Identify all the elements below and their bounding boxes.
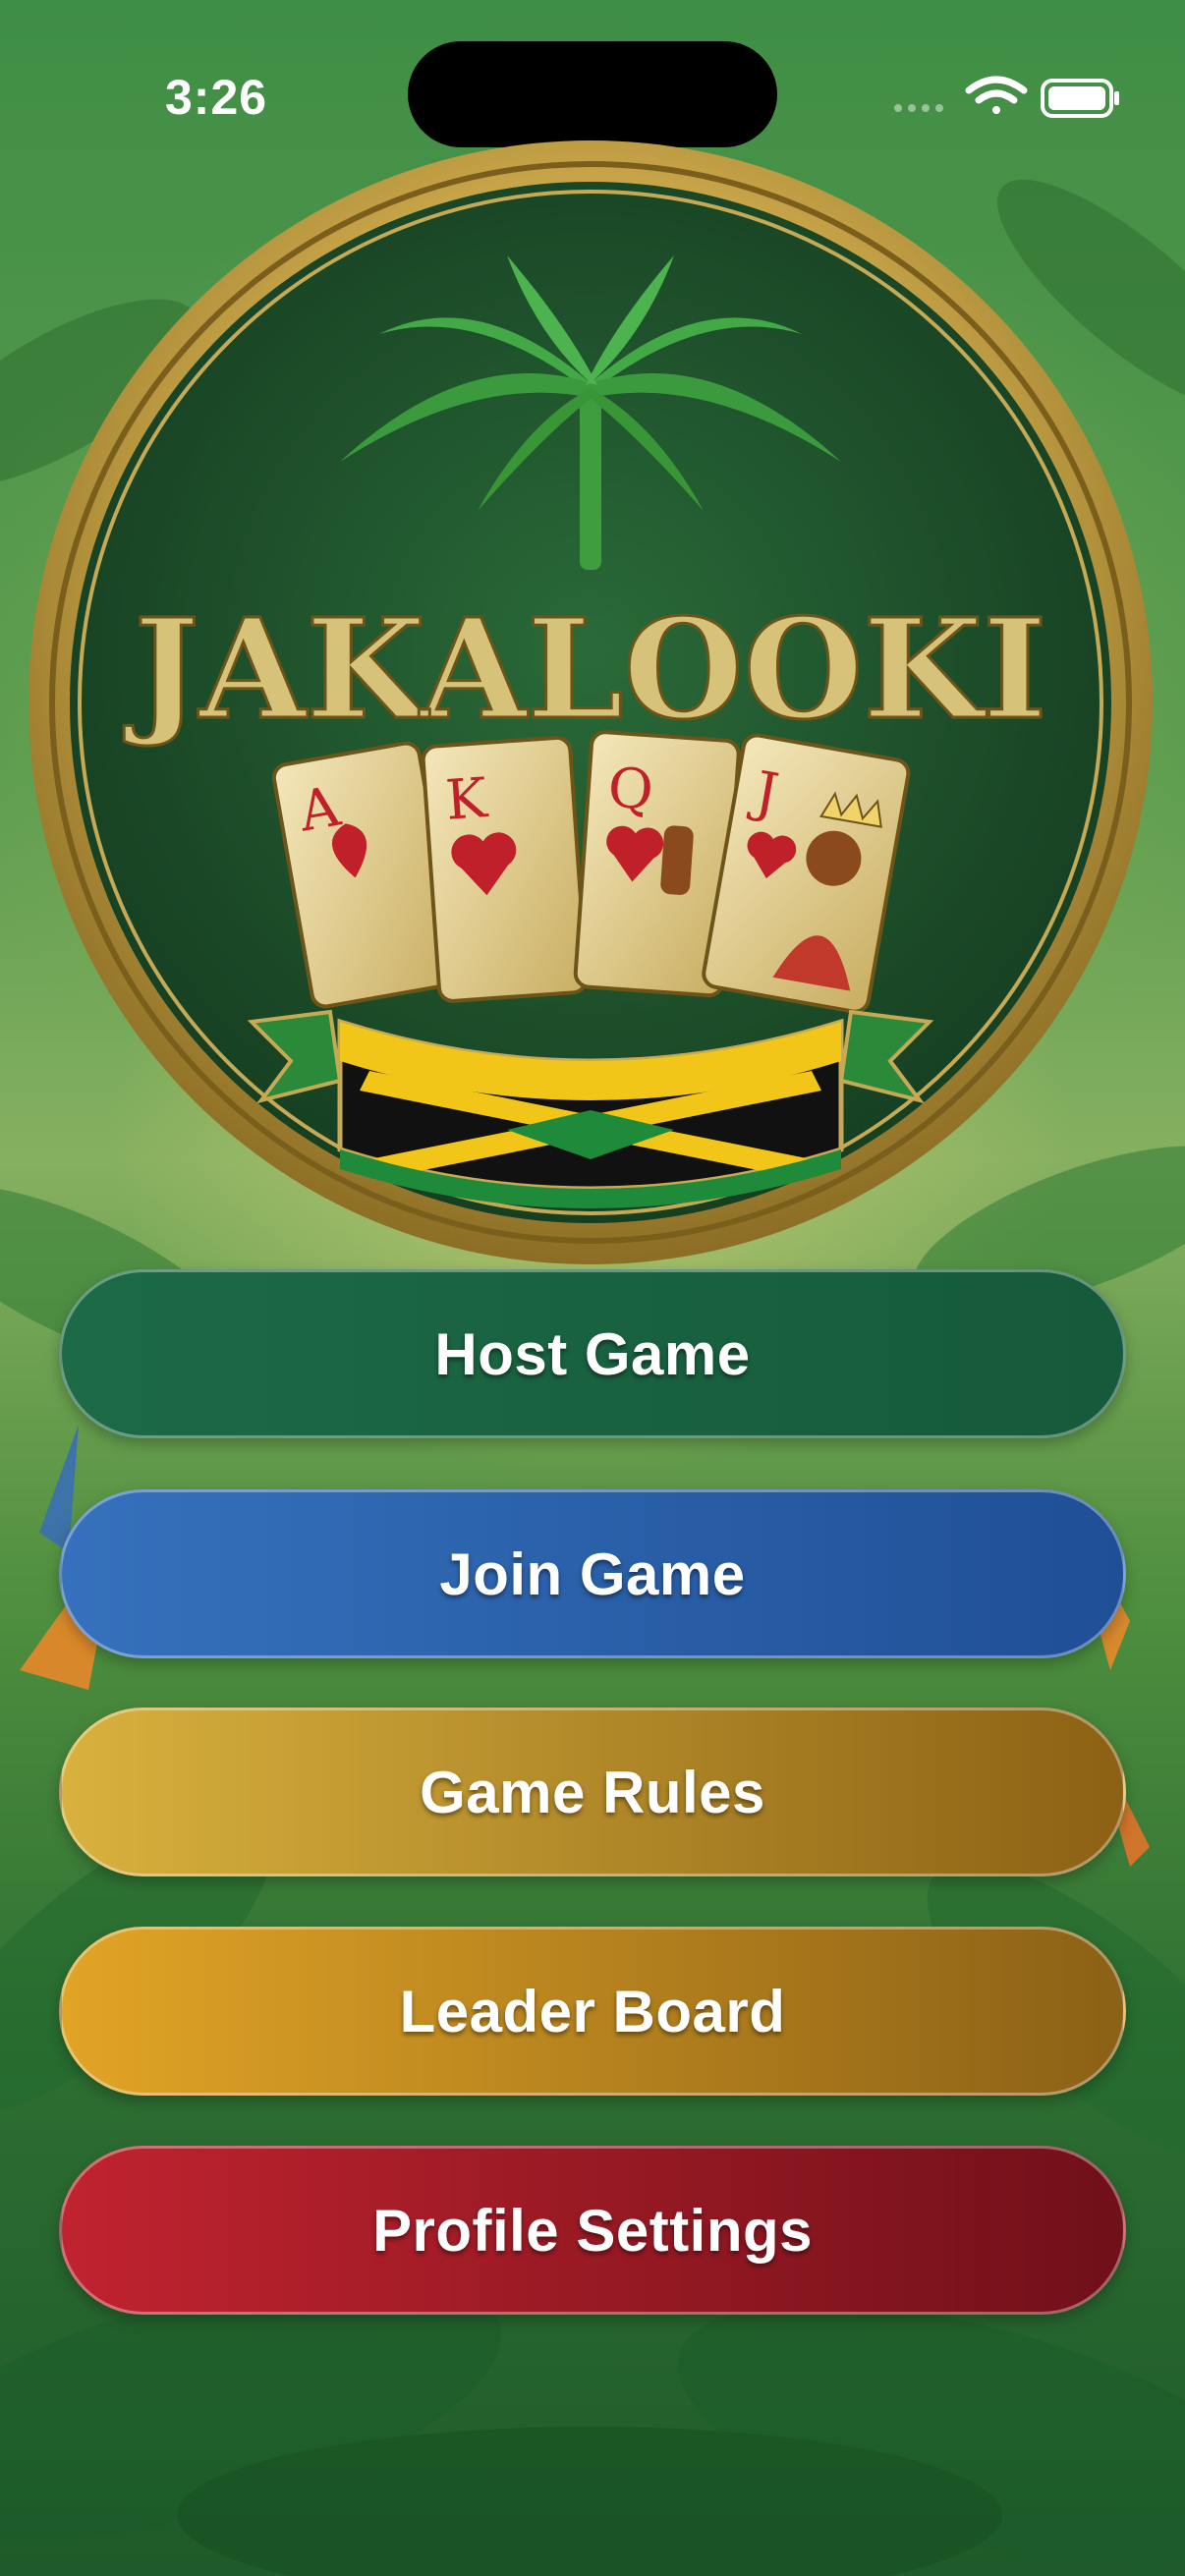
card-queen-label: Q: [606, 756, 655, 823]
profile-settings-button[interactable]: Profile Settings: [59, 2146, 1126, 2315]
signal-dots-icon: [894, 104, 943, 112]
status-time: 3:26: [165, 70, 268, 125]
wifi-icon: [965, 76, 1028, 114]
card-king-label: K: [443, 766, 489, 833]
jakalooki-emblem: JAKALOOKI A K Q J: [16, 138, 1165, 1267]
battery-icon: [1041, 79, 1119, 118]
game-rules-button[interactable]: Game Rules: [59, 1708, 1126, 1876]
leader-board-label: Leader Board: [399, 1978, 786, 2044]
status-icons: [890, 71, 1126, 125]
leader-board-button[interactable]: Leader Board: [59, 1927, 1126, 2096]
game-rules-label: Game Rules: [420, 1759, 765, 1825]
host-game-label: Host Game: [434, 1320, 751, 1387]
join-game-label: Join Game: [439, 1540, 746, 1607]
playing-cards: A K Q J: [271, 730, 911, 1014]
host-game-button[interactable]: Host Game: [59, 1269, 1126, 1438]
profile-settings-label: Profile Settings: [371, 2197, 814, 2264]
emblem-title: JAKALOOKI: [123, 589, 1046, 751]
join-game-button[interactable]: Join Game: [59, 1489, 1126, 1658]
dynamic-island: [408, 41, 777, 147]
